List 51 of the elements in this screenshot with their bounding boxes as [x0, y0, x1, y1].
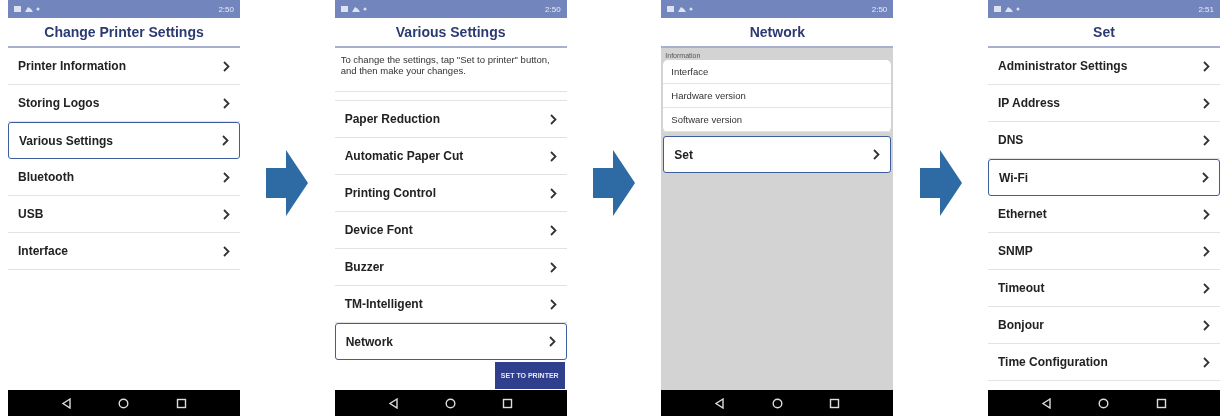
recents-icon[interactable] — [502, 397, 514, 409]
chevron-right-icon — [1202, 97, 1210, 109]
chevron-right-icon — [1202, 134, 1210, 146]
chevron-right-icon — [549, 150, 557, 162]
home-icon[interactable] — [771, 397, 783, 409]
info-row[interactable]: Software version — [663, 108, 892, 132]
clock-time: 2:50 — [545, 4, 561, 14]
arrow-right-icon — [593, 150, 635, 216]
recents-icon[interactable] — [175, 397, 187, 409]
chevron-right-icon — [873, 149, 881, 160]
chevron-right-icon — [223, 171, 230, 183]
back-icon[interactable] — [1041, 397, 1053, 409]
clock-time: 2:50 — [871, 4, 888, 14]
chevron-right-icon — [549, 298, 557, 310]
chevron-right-icon — [1201, 172, 1209, 183]
chevron-right-icon — [223, 60, 230, 72]
arrow-right-icon — [919, 150, 962, 216]
chevron-right-icon — [223, 97, 230, 109]
clock-time: 2:51 — [1198, 4, 1214, 14]
recents-icon[interactable] — [829, 397, 841, 409]
menu-item[interactable]: Network — [334, 323, 567, 360]
back-icon[interactable] — [61, 397, 73, 409]
chevron-right-icon — [549, 261, 557, 273]
instruction-text: To change the settings, tap "Set to printer" button, and then make your changes. — [334, 48, 567, 92]
info-row[interactable]: Hardware version — [663, 84, 892, 108]
chevron-right-icon — [549, 187, 557, 199]
menu-item[interactable]: Wi-Fi — [987, 159, 1220, 196]
chevron-right-icon — [1202, 356, 1210, 368]
arrow-right-icon — [266, 150, 309, 216]
chevron-right-icon — [1202, 282, 1210, 294]
chevron-right-icon — [1202, 319, 1210, 331]
chevron-right-icon — [1202, 208, 1210, 220]
chevron-right-icon — [223, 245, 230, 257]
chevron-right-icon — [1202, 60, 1210, 72]
chevron-right-icon — [1202, 245, 1210, 257]
menu-item[interactable]: Various Settings — [8, 122, 240, 159]
clock-time: 2:50 — [218, 4, 234, 14]
recents-icon[interactable] — [1155, 397, 1167, 409]
chevron-right-icon — [548, 336, 556, 347]
back-icon[interactable] — [714, 397, 726, 409]
chevron-right-icon — [549, 113, 557, 125]
home-icon[interactable] — [1098, 397, 1110, 409]
home-icon[interactable] — [118, 397, 130, 409]
chevron-right-icon — [222, 135, 229, 146]
back-icon[interactable] — [387, 397, 399, 409]
screen-title: Network — [661, 18, 894, 48]
home-icon[interactable] — [445, 397, 457, 409]
menu-item[interactable]: Set — [663, 136, 892, 173]
info-row[interactable]: Interface — [663, 60, 892, 84]
chevron-right-icon — [223, 208, 230, 220]
chevron-right-icon — [549, 224, 557, 236]
